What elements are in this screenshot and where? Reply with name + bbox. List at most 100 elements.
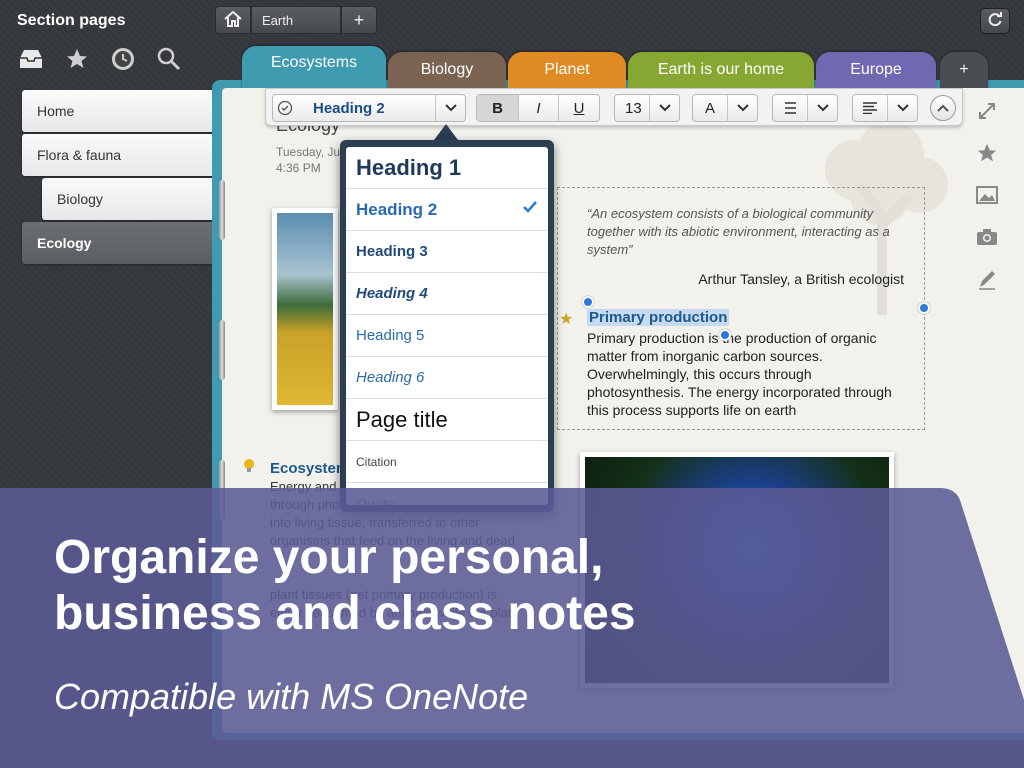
- formatting-toolbar: Heading 2 B I U 13 A: [265, 88, 963, 126]
- font-size-select[interactable]: 13: [614, 94, 680, 122]
- sidebar-title: Section pages: [17, 12, 126, 29]
- sync-button[interactable]: [980, 8, 1010, 34]
- align-select[interactable]: [852, 94, 918, 122]
- style-option-heading-4[interactable]: Heading 4: [346, 273, 548, 315]
- tab-label: Europe: [850, 61, 902, 78]
- primary-production-body[interactable]: Primary production is the production of …: [587, 329, 897, 419]
- font-size-value: 13: [625, 99, 642, 117]
- pen-icon[interactable]: [974, 266, 1000, 292]
- chevron-down-icon: [649, 95, 679, 121]
- style-option-label: Heading 2: [356, 199, 438, 219]
- italic-button[interactable]: I: [519, 95, 559, 121]
- font-color-value: A: [705, 99, 716, 117]
- text-style-group: B I U: [476, 94, 600, 122]
- ecosystem-heading[interactable]: Ecosystem: [270, 460, 349, 477]
- sidebar: Section pages Home Flora & fauna Biology…: [0, 0, 222, 768]
- style-select[interactable]: Heading 2: [272, 94, 466, 122]
- font-color-select[interactable]: A: [692, 94, 758, 122]
- tab-ecosystems[interactable]: Ecosystems: [242, 46, 386, 90]
- image-icon[interactable]: [974, 182, 1000, 208]
- container-resize-handle[interactable]: [918, 302, 930, 314]
- style-dropdown: Heading 1 Heading 2 Heading 3 Heading 4 …: [340, 140, 554, 512]
- selection-handle-start[interactable]: [582, 296, 594, 308]
- style-option-label: Heading 4: [356, 285, 428, 302]
- sidebar-item-home[interactable]: Home: [22, 90, 222, 132]
- selection-handle-end[interactable]: [719, 329, 731, 341]
- tab-europe[interactable]: Europe: [816, 52, 936, 88]
- style-option-heading-2[interactable]: Heading 2: [346, 189, 548, 231]
- style-option-label: Heading 3: [356, 243, 428, 260]
- style-option-page-title[interactable]: Page title: [346, 399, 548, 441]
- promo-subline: Compatible with MS OneNote: [54, 676, 529, 717]
- add-notebook-button[interactable]: +: [341, 6, 377, 34]
- style-option-label: Heading 1: [356, 154, 462, 180]
- sidebar-item-flora-fauna[interactable]: Flora & fauna: [22, 134, 222, 176]
- style-option-label: Citation: [356, 454, 397, 469]
- tab-biology[interactable]: Biology: [388, 52, 506, 88]
- tab-planet[interactable]: Planet: [508, 52, 626, 88]
- list-icon: [773, 102, 807, 114]
- inbox-icon[interactable]: [18, 46, 44, 72]
- promo-headline: Organize your personal, business and cla…: [54, 531, 636, 640]
- style-option-label: Quote: [356, 495, 395, 506]
- binder-ring: [219, 460, 225, 520]
- tab-earth-is-our-home[interactable]: Earth is our home: [628, 52, 814, 88]
- checkmark-icon: [522, 200, 538, 219]
- sidebar-item-label: Biology: [57, 191, 103, 207]
- check-circle-icon: [273, 100, 297, 116]
- clock-icon[interactable]: [110, 46, 136, 72]
- tab-label: Planet: [544, 61, 590, 78]
- sidebar-item-biology[interactable]: Biology: [42, 178, 222, 220]
- tab-label: Biology: [420, 61, 474, 78]
- bold-button[interactable]: B: [477, 95, 519, 121]
- tab-label: Earth is our home: [657, 61, 785, 78]
- expand-icon[interactable]: [974, 98, 1000, 124]
- align-icon: [853, 102, 887, 114]
- search-icon[interactable]: [156, 46, 182, 72]
- star-icon[interactable]: [974, 140, 1000, 166]
- style-option-heading-3[interactable]: Heading 3: [346, 231, 548, 273]
- sidebar-toolbar: [18, 46, 182, 72]
- style-option-citation[interactable]: Citation: [346, 441, 548, 483]
- style-dropdown-list: Heading 1 Heading 2 Heading 3 Heading 4 …: [346, 147, 548, 505]
- sidebar-item-label: Flora & fauna: [37, 147, 122, 163]
- style-option-label: Page title: [356, 406, 448, 432]
- sidebar-item-ecology[interactable]: Ecology: [22, 222, 222, 264]
- star-tag-icon[interactable]: ★: [559, 309, 573, 329]
- chevron-down-icon: [435, 95, 465, 121]
- underline-button[interactable]: U: [559, 95, 599, 121]
- home-icon: [224, 10, 242, 30]
- chevron-down-icon: [727, 95, 757, 121]
- tab-label: Ecosystems: [270, 54, 358, 71]
- chevron-down-icon: [887, 95, 917, 121]
- binder-ring: [219, 320, 225, 380]
- style-option-quote[interactable]: Quote: [346, 483, 548, 506]
- landscape-photo[interactable]: [272, 208, 338, 410]
- sync-icon: [987, 11, 1003, 32]
- style-option-heading-6[interactable]: Heading 6: [346, 357, 548, 399]
- collapse-toolbar-button[interactable]: [930, 95, 956, 121]
- section-pages-list: Home Flora & fauna Biology Ecology: [22, 90, 222, 266]
- lightbulb-icon[interactable]: [243, 458, 255, 477]
- quote-text[interactable]: “An ecosystem consists of a biological c…: [587, 205, 907, 259]
- chevron-down-icon: [807, 95, 837, 121]
- style-option-label: Heading 6: [356, 369, 425, 386]
- section-tabs: Europe + Earth is our home Planet Biolog…: [240, 46, 1000, 90]
- style-option-heading-5[interactable]: Heading 5: [346, 315, 548, 357]
- style-select-value: Heading 2: [313, 99, 385, 117]
- camera-icon[interactable]: [974, 224, 1000, 250]
- style-option-heading-1[interactable]: Heading 1: [346, 147, 548, 189]
- tab-add[interactable]: +: [940, 52, 988, 88]
- chevron-up-icon: [937, 99, 949, 117]
- primary-production-heading[interactable]: Primary production: [587, 309, 730, 326]
- landscape-image: [277, 213, 333, 405]
- style-option-label: Heading 5: [356, 327, 425, 344]
- breadcrumb-earth[interactable]: Earth: [251, 6, 341, 34]
- quote-author[interactable]: Arthur Tansley, a British ecologist: [600, 271, 904, 287]
- list-select[interactable]: [772, 94, 838, 122]
- breadcrumb: Earth +: [215, 6, 377, 34]
- star-icon[interactable]: [64, 46, 90, 72]
- tab-label: +: [959, 61, 969, 78]
- sidebar-item-label: Home: [37, 103, 75, 119]
- home-button[interactable]: [215, 6, 251, 34]
